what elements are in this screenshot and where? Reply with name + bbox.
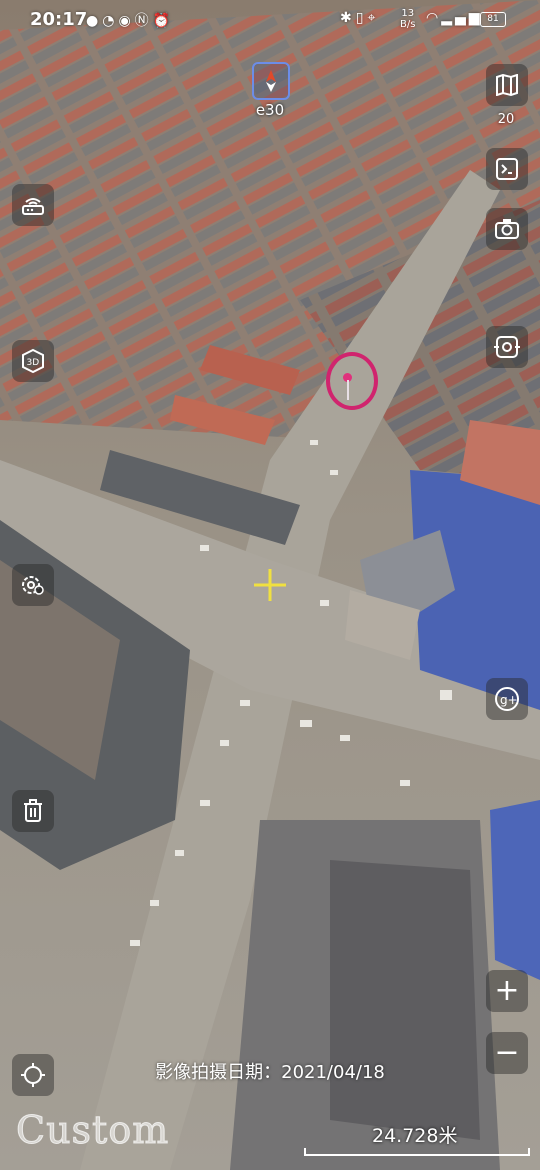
eye-icon: ◉: [118, 13, 135, 29]
compass-label: e30: [255, 101, 285, 119]
capture-date: 影像拍摄日期：2021/04/18: [155, 1062, 385, 1083]
status-bar: 20:17 ●◔◉Ⓝ⏰ ✱▯⌖ 13 B/s ◠▂▄▆ 81: [0, 0, 540, 40]
router-button[interactable]: [12, 184, 54, 226]
network-speed: 13 B/s: [400, 8, 415, 30]
delete-button[interactable]: [12, 790, 54, 832]
wifi-icon: ◠: [426, 10, 442, 26]
zoom-in-button[interactable]: +: [486, 970, 528, 1012]
nfc-icon: Ⓝ: [134, 13, 153, 29]
screen-capture-icon: [494, 336, 520, 358]
measure-button[interactable]: [486, 148, 528, 190]
status-time: 20:17: [30, 9, 88, 30]
compass-button[interactable]: [252, 62, 290, 100]
svg-text:g+: g+: [500, 693, 518, 707]
battery-icon: 81: [480, 12, 506, 27]
3d-view-button[interactable]: 3D: [12, 340, 54, 382]
scale-label: 24.728米: [372, 1125, 458, 1147]
svg-text:3D: 3D: [27, 358, 40, 368]
google-plus-button[interactable]: g+: [486, 678, 528, 720]
vibrate-icon: ▯: [355, 10, 368, 26]
screen-capture-button[interactable]: [486, 326, 528, 368]
google-plus-icon: g+: [495, 687, 519, 711]
location-icon: ⌖: [367, 10, 380, 26]
bluetooth-icon: ✱: [340, 10, 356, 26]
network-speed-value: 13: [401, 8, 415, 19]
compass-needle-icon: [266, 70, 276, 92]
alipay-icon: ◔: [102, 13, 119, 29]
map-layers-button[interactable]: [486, 64, 528, 106]
custom-watermark: Custom: [15, 1108, 170, 1153]
system-icons: ✱▯⌖: [340, 10, 379, 26]
trash-icon: [24, 799, 42, 822]
measure-icon: [496, 158, 518, 180]
alarm-icon: ⏰: [152, 13, 175, 29]
location-pin-highlight[interactable]: [326, 352, 378, 410]
zoom-level: 20: [497, 112, 515, 127]
router-icon: [22, 198, 44, 215]
map-layers-icon: [496, 74, 518, 96]
cellular-signal-icon: ▂▄▆: [441, 10, 483, 26]
pin-stem: [347, 380, 349, 400]
scale-bar: [304, 1148, 530, 1156]
3d-view-icon: 3D: [22, 348, 44, 374]
signal-icons: ◠▂▄▆: [426, 10, 483, 26]
settings-location-button[interactable]: [12, 564, 54, 606]
camera-button[interactable]: [486, 208, 528, 250]
settings-location-icon: [22, 576, 44, 595]
wechat-icon: ●: [86, 13, 103, 29]
notification-icons: ●◔◉Ⓝ⏰: [86, 10, 174, 30]
camera-icon: [495, 219, 519, 239]
center-crosshair-icon: [254, 569, 286, 601]
plus-icon: +: [494, 973, 520, 1008]
network-speed-unit: B/s: [400, 19, 416, 30]
